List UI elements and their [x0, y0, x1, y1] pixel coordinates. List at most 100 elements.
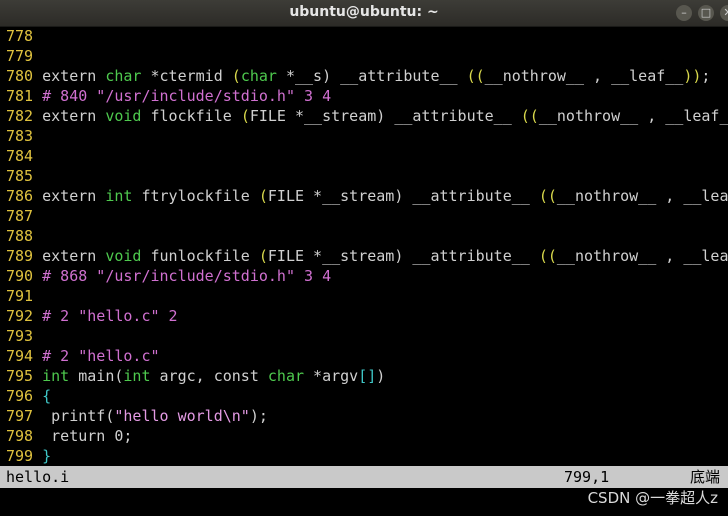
- code-token: )): [683, 67, 702, 85]
- window-title: ubuntu@ubuntu: ~: [289, 4, 439, 20]
- code-token: extern: [42, 67, 106, 85]
- code-token: int: [123, 367, 151, 385]
- code-line: 780 extern char *ctermid (char *__s) __a…: [6, 66, 710, 86]
- code-line: 787: [6, 206, 42, 226]
- code-line: 791: [6, 286, 42, 306]
- code-line: 795 int main(int argc, const char *argv[…: [6, 366, 385, 386]
- line-number: 794: [6, 347, 43, 365]
- code-token: extern: [42, 187, 106, 205]
- line-number: 788: [6, 227, 43, 245]
- window-titlebar: ubuntu@ubuntu: ~ – □ ✕: [0, 0, 728, 27]
- line-number: 783: [6, 127, 43, 145]
- code-token: void: [105, 247, 142, 265]
- code-line: 786 extern int ftrylockfile (FILE *__str…: [6, 186, 728, 206]
- code-token: char: [267, 367, 305, 385]
- line-number: 793: [6, 327, 43, 345]
- code-line: 798 return 0;: [6, 426, 132, 446]
- code-token: int: [105, 187, 133, 205]
- code-line: 779: [6, 46, 42, 66]
- code-line: 794 # 2 "hello.c": [6, 346, 160, 366]
- code-line: 797 printf("hello world\n");: [6, 406, 268, 426]
- code-token: __nothrow__ , __lea: [556, 247, 728, 265]
- code-token: return 0;: [42, 427, 133, 445]
- code-token: argc, const: [150, 367, 268, 385]
- line-number: 787: [6, 207, 43, 225]
- code-token: (: [258, 187, 268, 205]
- line-number: 785: [6, 167, 43, 185]
- code-line: 792 # 2 "hello.c" 2: [6, 306, 178, 326]
- line-number: 792: [6, 307, 43, 325]
- code-line: 785: [6, 166, 42, 186]
- code-token: void: [105, 107, 142, 125]
- code-line: 799 }: [6, 446, 51, 466]
- code-line: 796 {: [6, 386, 51, 406]
- code-token: FILE *__stream) __attribute__: [249, 107, 521, 125]
- code-line: 784: [6, 146, 42, 166]
- code-token: __nothrow__ , __leaf_: [538, 107, 728, 125]
- code-token: (: [240, 107, 250, 125]
- watermark: CSDN @一拳超人z: [587, 489, 718, 507]
- code-token: "hello world\n": [114, 407, 250, 425]
- status-filename: hello.i: [6, 468, 70, 486]
- line-number: 779: [6, 47, 43, 65]
- code-token: *__s) __attribute__: [276, 67, 467, 85]
- code-token: char: [105, 67, 142, 85]
- line-number: 778: [6, 27, 43, 45]
- line-number: 797: [6, 407, 43, 425]
- line-number: 790: [6, 267, 43, 285]
- code-line: 782 extern void flockfile (FILE *__strea…: [6, 106, 728, 126]
- code-token: # 840 "/usr/include/stdio.h" 3 4: [42, 87, 332, 105]
- line-number: 798: [6, 427, 43, 445]
- status-scroll-position: 底端: [690, 468, 721, 486]
- code-token: []: [358, 367, 377, 385]
- code-token: (: [258, 247, 268, 265]
- code-token: ((: [538, 187, 557, 205]
- code-line: 789 extern void funlockfile (FILE *__str…: [6, 246, 728, 266]
- code-token: main(: [69, 367, 124, 385]
- code-token: ((: [538, 247, 557, 265]
- terminal-editor[interactable]: 778 779 780 extern char *ctermid (char *…: [0, 26, 728, 468]
- code-token: FILE *__stream) __attribute__: [267, 247, 539, 265]
- code-token: *ctermid: [141, 67, 232, 85]
- line-number: 791: [6, 287, 43, 305]
- code-token: # 868 "/usr/include/stdio.h" 3 4: [42, 267, 332, 285]
- code-token: char: [240, 67, 277, 85]
- maximize-button[interactable]: □: [698, 5, 714, 21]
- code-token: FILE *__stream) __attribute__: [267, 187, 539, 205]
- line-number: 784: [6, 147, 43, 165]
- code-token: __nothrow__ , __lea: [556, 187, 728, 205]
- code-line: 781 # 840 "/usr/include/stdio.h" 3 4: [6, 86, 331, 106]
- line-number: 796: [6, 387, 43, 405]
- code-line: 783: [6, 126, 42, 146]
- code-token: __nothrow__ , __leaf__: [484, 67, 684, 85]
- code-token: printf(: [42, 407, 115, 425]
- code-token: extern: [42, 247, 106, 265]
- code-token: {: [42, 387, 52, 405]
- code-token: # 2 "hello.c" 2: [42, 307, 178, 325]
- line-number: 780: [6, 67, 43, 85]
- code-token: ((: [466, 67, 485, 85]
- code-token: ;: [701, 67, 711, 85]
- code-line: 788: [6, 226, 42, 246]
- code-token: *argv: [304, 367, 359, 385]
- code-token: # 2 "hello.c": [42, 347, 160, 365]
- code-token: }: [42, 447, 52, 465]
- code-token: );: [249, 407, 268, 425]
- code-line: 793: [6, 326, 42, 346]
- line-number: 782: [6, 107, 43, 125]
- minimize-button[interactable]: –: [676, 5, 692, 21]
- code-token: funlockfile: [141, 247, 259, 265]
- line-number: 795: [6, 367, 43, 385]
- code-token: flockfile: [141, 107, 241, 125]
- code-token: int: [42, 367, 70, 385]
- status-cursor-position: 799,1: [564, 468, 610, 486]
- line-number: 781: [6, 87, 43, 105]
- maximize-icon: □: [700, 6, 712, 19]
- close-icon: ✕: [723, 6, 728, 19]
- code-token: extern: [42, 107, 106, 125]
- line-number: 789: [6, 247, 43, 265]
- code-token: ): [376, 367, 386, 385]
- code-token: ftrylockfile: [132, 187, 259, 205]
- minimize-icon: –: [681, 6, 687, 19]
- line-number: 799: [6, 447, 43, 465]
